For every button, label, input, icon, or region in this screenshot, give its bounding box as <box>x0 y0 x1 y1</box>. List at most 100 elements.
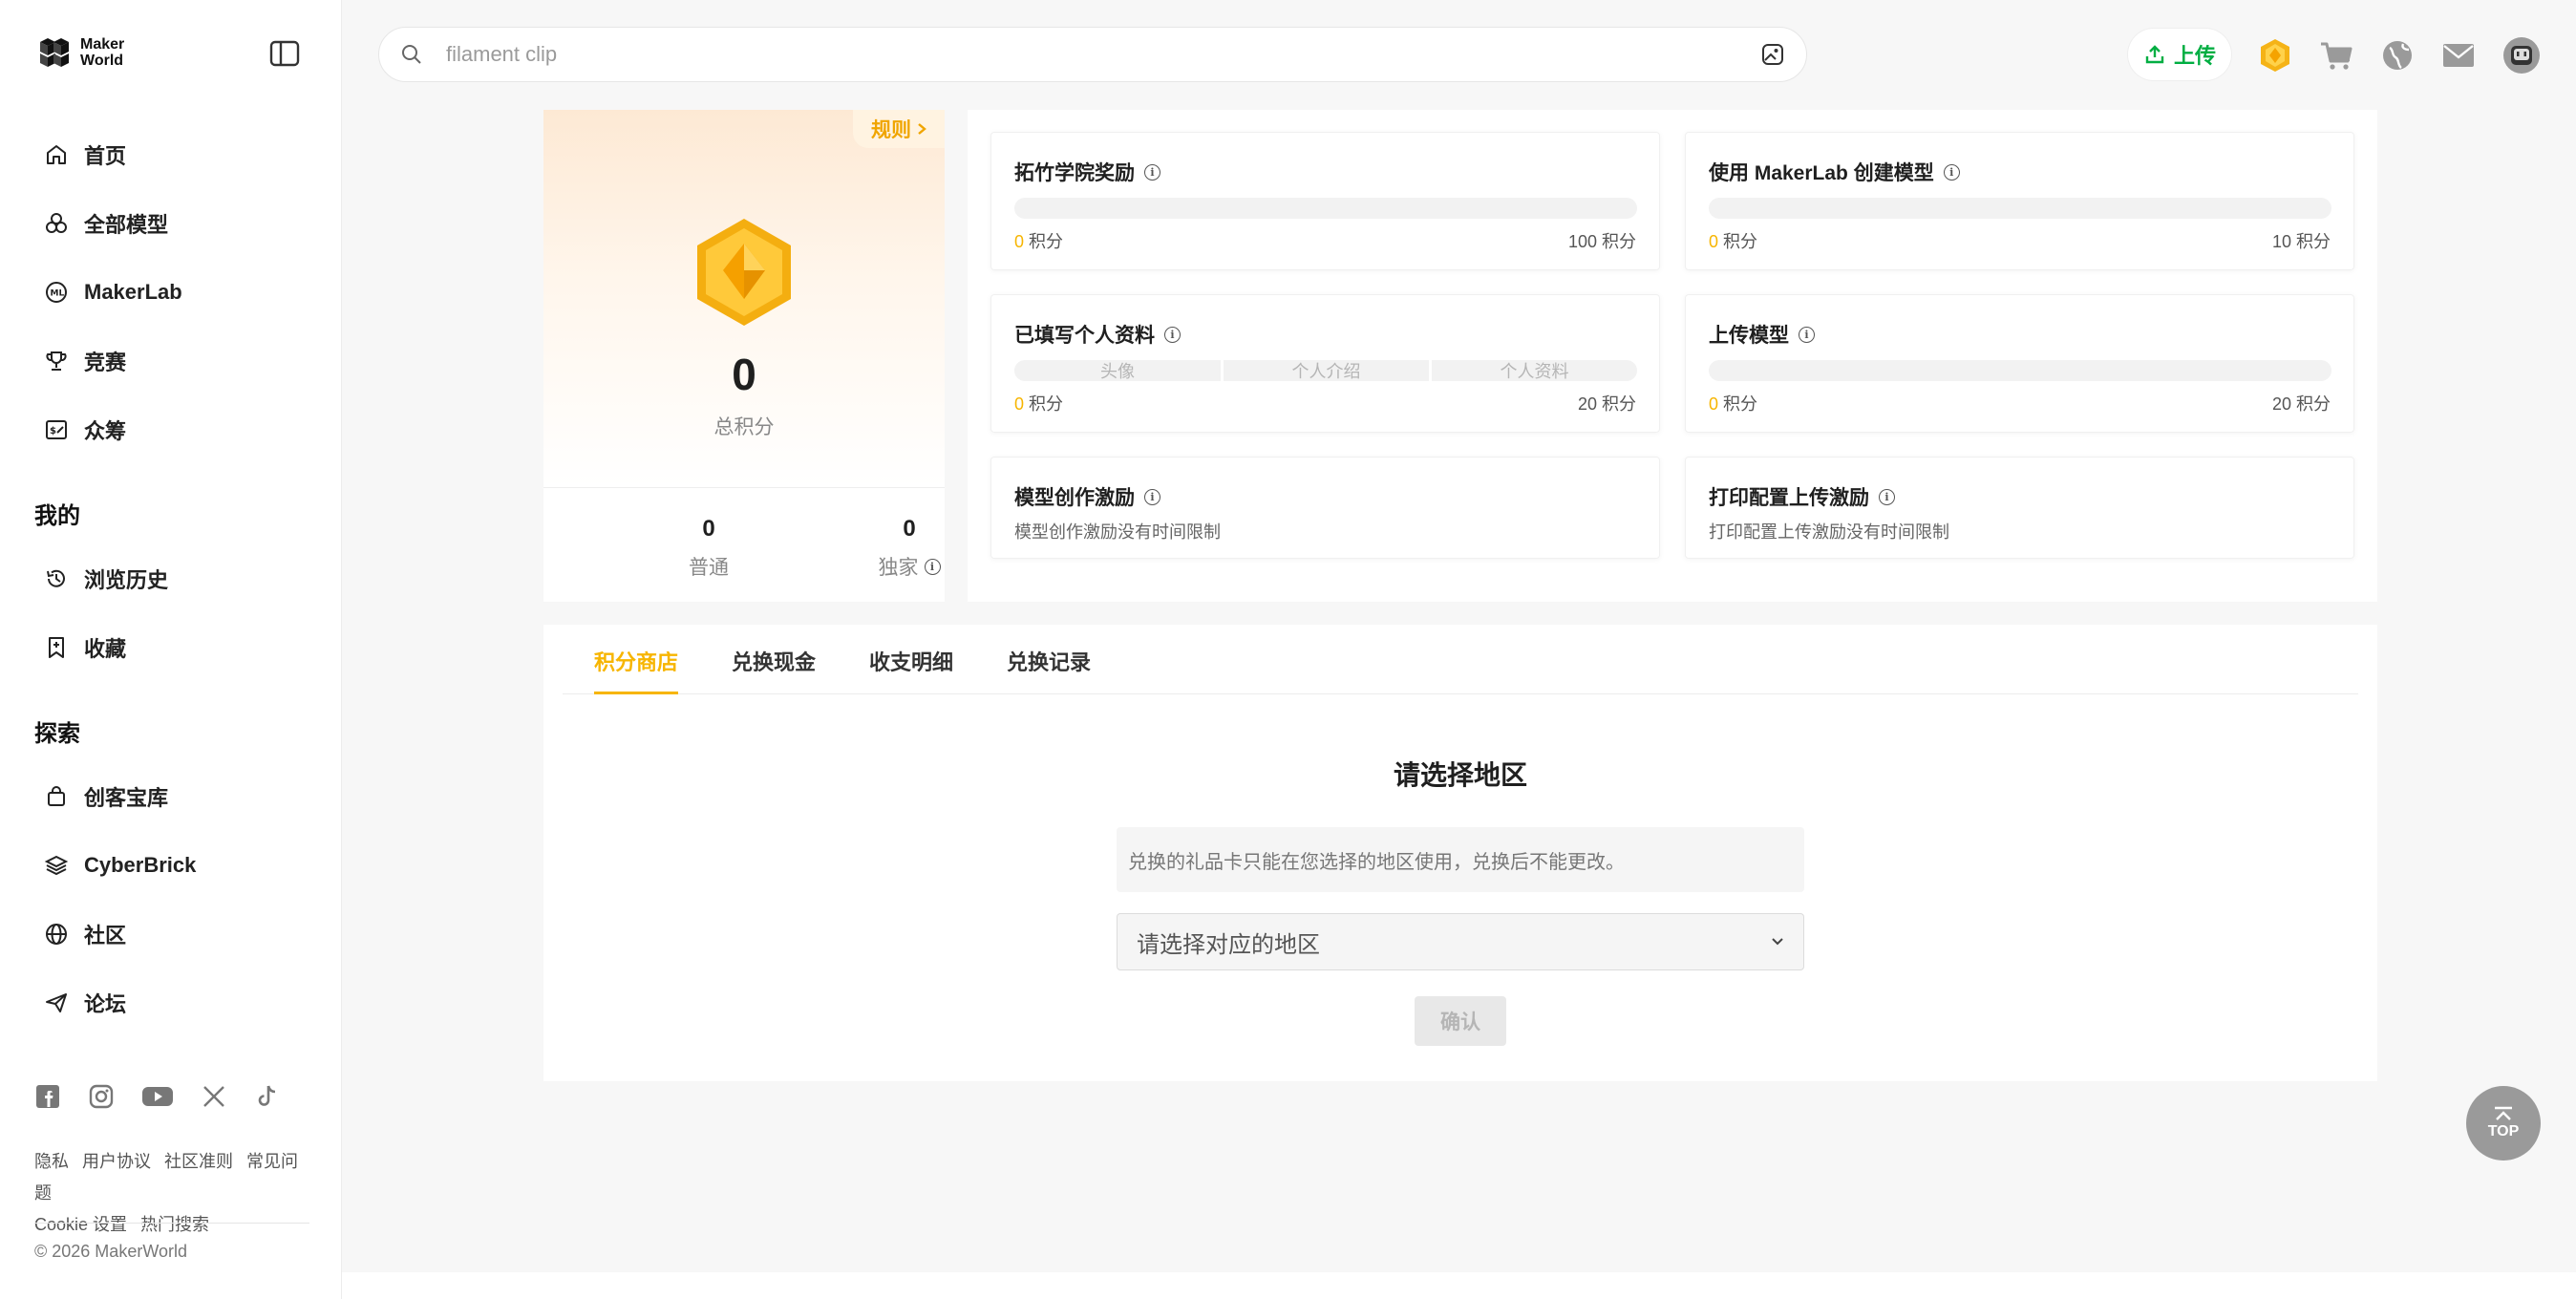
info-icon[interactable]: i <box>1943 163 1960 181</box>
task-progress-min-value: 0 <box>1709 232 1719 251</box>
profile-segment-bio: 个人介绍 <box>1291 362 1361 381</box>
task-progress-max: 20 积分 <box>2271 394 2331 414</box>
task-progress-min-unit: 积分 <box>1723 232 1758 251</box>
x-icon[interactable] <box>201 1083 227 1110</box>
task-title: 已填写个人资料 i <box>1014 320 1181 349</box>
sidebar-item-label: 众筹 <box>84 419 127 443</box>
shop-tabs: 积分商店 兑换现金 收支明细 兑换记录 <box>563 625 2358 694</box>
sidebar-item-history[interactable]: 浏览历史 <box>44 560 168 598</box>
send-icon <box>46 993 67 1012</box>
cyberbrick-icon <box>44 855 69 876</box>
task-progress-min-value: 0 <box>1709 394 1719 414</box>
history-icon <box>47 569 65 587</box>
chevron-right-icon <box>918 123 926 135</box>
sidebar-item-crowdfund[interactable]: $ 众筹 <box>44 411 126 449</box>
section-title-explore: 探索 <box>34 721 80 747</box>
mail-icon[interactable] <box>2439 36 2478 75</box>
footer-link-cookie[interactable]: Cookie 设置 <box>34 1215 127 1234</box>
tab-transactions[interactable]: 收支明细 <box>869 646 953 694</box>
sidebar-item-all-models[interactable]: 全部模型 <box>44 204 168 243</box>
language-globe-icon[interactable] <box>2378 36 2416 75</box>
task-progress-bar <box>1709 360 2331 381</box>
sidebar-item-label: 首页 <box>84 144 127 168</box>
sidebar-item-label: 竞赛 <box>84 351 127 374</box>
search-icon <box>402 45 421 64</box>
facebook-icon[interactable] <box>34 1083 61 1110</box>
sidebar-item-label: 社区 <box>84 924 127 948</box>
tab-points-store[interactable]: 积分商店 <box>594 646 679 694</box>
social-links <box>34 1083 281 1110</box>
search-bar[interactable] <box>378 27 1807 82</box>
svg-text:$: $ <box>50 426 56 437</box>
rules-link[interactable]: 规则 <box>853 110 945 148</box>
task-progress-min-unit: 积分 <box>1029 394 1064 414</box>
regular-points-value: 0 <box>702 516 715 542</box>
section-title-mine: 我的 <box>34 503 80 529</box>
tab-redeem-cash[interactable]: 兑换现金 <box>732 646 816 694</box>
back-to-top-button[interactable]: TOP <box>2466 1086 2541 1161</box>
footer-link-privacy[interactable]: 隐私 <box>34 1152 69 1171</box>
info-icon[interactable]: i <box>1879 488 1895 505</box>
points-level-badge-icon <box>697 219 791 326</box>
page-bottom-strip <box>342 1272 2576 1299</box>
footer-link-guidelines[interactable]: 社区准则 <box>164 1152 233 1171</box>
exclusive-points-label-text: 独家 <box>878 557 919 579</box>
avatar[interactable] <box>2502 36 2541 75</box>
sidebar-item-home[interactable]: 首页 <box>44 136 126 174</box>
sidebar-item-community[interactable]: 社区 <box>44 915 126 953</box>
svg-text:ML: ML <box>51 289 65 299</box>
task-card-profile: 已填写个人资料 i 头像 个人介绍 个人资料 0 积分 20 积分 <box>990 294 1660 433</box>
task-progress-min: 0 积分 <box>1709 391 1757 415</box>
upload-icon <box>2145 45 2164 64</box>
tab-redeem-history[interactable]: 兑换记录 <box>1007 646 1091 694</box>
globe-icon <box>46 924 67 945</box>
sidebar-collapse-icon[interactable] <box>269 40 300 67</box>
chevron-down-icon <box>1772 938 1783 946</box>
makerlab-icon: ML <box>46 282 67 303</box>
sidebar-item-forum[interactable]: 论坛 <box>44 984 126 1022</box>
info-icon[interactable]: i <box>924 558 941 575</box>
sidebar-item-label: 论坛 <box>84 992 127 1016</box>
info-icon[interactable]: i <box>1144 488 1160 505</box>
youtube-icon[interactable] <box>141 1083 174 1110</box>
sidebar-item-favorites[interactable]: 收藏 <box>44 628 126 667</box>
trophy-icon <box>46 351 67 371</box>
info-icon[interactable]: i <box>1799 326 1815 343</box>
exclusive-points-stat: 0 独家 i <box>842 516 945 581</box>
task-progress-min: 0 积分 <box>1014 228 1063 253</box>
info-icon[interactable]: i <box>1164 326 1181 343</box>
task-progress-min-unit: 积分 <box>1723 394 1758 414</box>
footer-link-terms[interactable]: 用户协议 <box>82 1152 151 1171</box>
points-summary-card: 规则 0 总积分 0 普通 0 独家 i <box>543 110 945 602</box>
sidebar-item-label: 全部模型 <box>84 213 169 237</box>
points-badge-icon[interactable] <box>2256 36 2294 75</box>
sidebar-item-contest[interactable]: 竞赛 <box>44 342 126 380</box>
sidebar-item-makerlab[interactable]: ML MakerLab <box>44 273 182 311</box>
tiktok-icon[interactable] <box>254 1083 281 1110</box>
task-title-text: 已填写个人资料 <box>1014 325 1155 347</box>
sidebar-item-maker-store[interactable]: 创客宝库 <box>44 777 168 816</box>
sidebar-item-cyberbrick[interactable]: CyberBrick <box>44 846 196 884</box>
upload-button[interactable]: 上传 <box>2128 29 2231 80</box>
region-note: 兑换的礼品卡只能在您选择的地区使用，兑换后不能更改。 <box>1117 827 1804 892</box>
sidebar-item-label: MakerLab <box>84 280 182 304</box>
sidebar-item-label: 收藏 <box>84 637 127 661</box>
instagram-icon[interactable] <box>88 1083 115 1110</box>
task-progress-min: 0 积分 <box>1709 228 1757 253</box>
info-icon[interactable]: i <box>1144 163 1160 181</box>
image-search-icon[interactable] <box>1760 42 1785 67</box>
sidebar-item-label: CyberBrick <box>84 853 197 877</box>
task-card-academy: 拓竹学院奖励 i 0 积分 100 积分 <box>990 132 1660 270</box>
cart-icon[interactable] <box>2317 36 2355 75</box>
makerworld-logo[interactable]: Maker World <box>36 34 124 71</box>
crowdfund-icon: $ <box>46 420 67 439</box>
task-description: 模型创作激励没有时间限制 <box>1014 522 1221 542</box>
sidebar: Maker World 首页 全部模型 ML MakerLab 竞赛 $ 众筹 … <box>0 0 342 1299</box>
search-input[interactable] <box>446 42 1760 67</box>
confirm-button[interactable]: 确认 <box>1415 996 1506 1046</box>
profile-segment-avatar: 头像 <box>1100 362 1135 381</box>
rules-link-label: 规则 <box>871 119 911 141</box>
region-select[interactable]: 请选择对应的地区 <box>1117 913 1804 970</box>
footer-link-hot-search[interactable]: 热门搜索 <box>140 1215 209 1234</box>
sidebar-item-label: 创客宝库 <box>84 786 169 810</box>
